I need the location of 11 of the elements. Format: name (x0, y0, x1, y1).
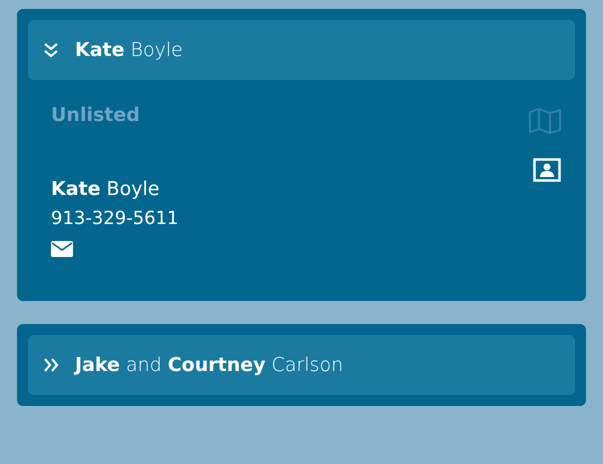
entry-header[interactable]: Kate Boyle (28, 20, 575, 80)
double-chevron-right-icon (42, 356, 60, 374)
entry-title: Kate Boyle (75, 39, 183, 61)
phone-number: 913-329-5611 (51, 208, 179, 229)
double-chevron-down-icon (42, 41, 60, 59)
entry-title: Jake and Courtney Carlson (75, 354, 344, 376)
mail-icon[interactable] (51, 241, 73, 257)
contact-card-icon[interactable] (533, 158, 561, 182)
listing-status: Unlisted (51, 104, 140, 126)
entry-header[interactable]: Jake and Courtney Carlson (28, 335, 575, 395)
contact-name: Kate Boyle (51, 178, 160, 200)
